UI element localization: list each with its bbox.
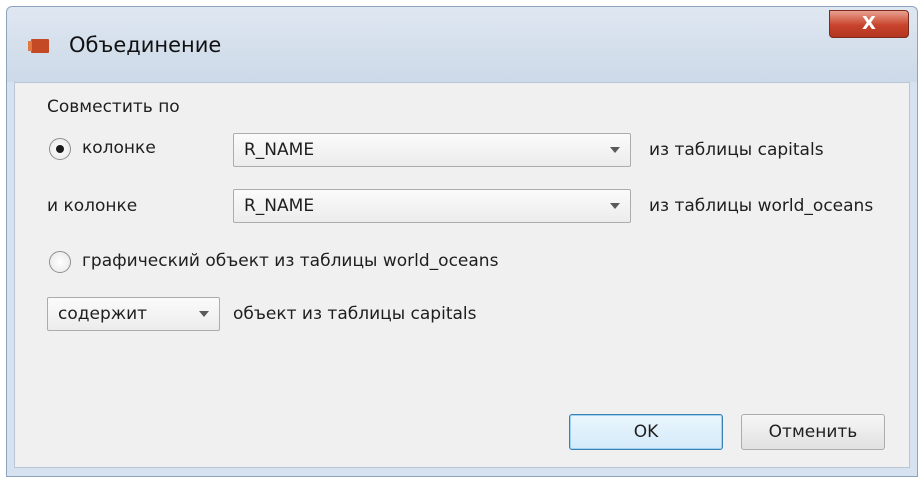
first-table-label: из таблицы capitals — [649, 140, 824, 160]
cancel-button[interactable]: Отменить — [741, 414, 885, 450]
spatial-object-radio-label[interactable]: графический объект из таблицы world_ocea… — [82, 251, 498, 271]
chevron-down-icon — [199, 311, 209, 317]
chevron-down-icon — [610, 203, 620, 209]
ok-button[interactable]: OK — [569, 414, 723, 450]
column-radio-label[interactable]: колонке — [82, 138, 156, 158]
window-title: Объединение — [69, 33, 222, 57]
close-button[interactable]: X — [829, 10, 909, 38]
chevron-down-icon — [610, 147, 620, 153]
title-bar[interactable]: Объединение X — [6, 6, 918, 82]
predicate-value: содержит — [58, 304, 148, 324]
second-column-select[interactable]: R_NAME — [233, 189, 631, 223]
predicate-suffix-label: объект из таблицы capitals — [233, 304, 477, 324]
second-table-label: из таблицы world_oceans — [649, 196, 874, 216]
second-column-value: R_NAME — [244, 196, 315, 216]
predicate-select[interactable]: содержит — [47, 297, 220, 331]
dialog-body: Совместить по колонке R_NAME из таблицы … — [14, 82, 910, 468]
column-radio[interactable] — [49, 138, 71, 160]
app-icon — [28, 39, 49, 53]
first-column-select[interactable]: R_NAME — [233, 133, 631, 167]
merge-dialog: Объединение X Совместить по колонке R_NA… — [0, 0, 924, 483]
spatial-object-radio[interactable] — [49, 251, 71, 273]
match-by-label: Совместить по — [47, 97, 180, 117]
first-column-value: R_NAME — [244, 140, 315, 160]
second-column-label: и колонке — [47, 196, 138, 216]
